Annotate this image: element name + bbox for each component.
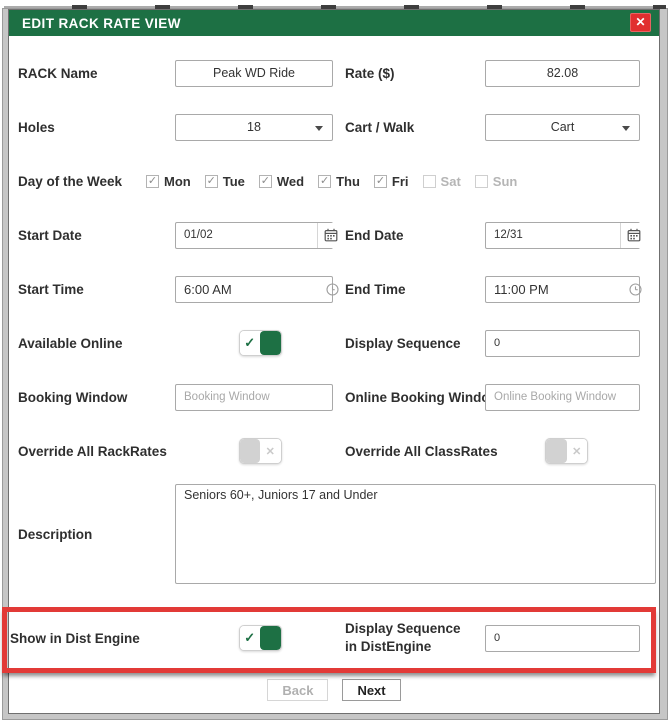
- checkmark-icon: ✓: [260, 174, 270, 187]
- clock-icon[interactable]: [629, 282, 642, 296]
- tue-label: Tue: [222, 173, 245, 189]
- row-dates: Start Date End Date: [9, 208, 659, 262]
- wed-label: Wed: [276, 173, 305, 189]
- clock-icon[interactable]: [326, 282, 339, 296]
- window-frame: EDIT RACK RATE VIEW ✕ RACK Name Rate ($)…: [2, 8, 668, 720]
- display-sequence-input[interactable]: [485, 329, 640, 357]
- override-rackrates-toggle[interactable]: ✕: [238, 438, 282, 464]
- wed-checkbox[interactable]: ✓: [258, 174, 272, 188]
- next-button[interactable]: Next: [342, 679, 401, 701]
- online-booking-window-label: Online Booking Window: [345, 389, 501, 405]
- rate-label: Rate ($): [345, 65, 395, 81]
- dialog-titlebar: EDIT RACK RATE VIEW ✕: [9, 10, 659, 36]
- chevron-down-icon: [622, 125, 630, 131]
- rate-input[interactable]: [485, 59, 640, 87]
- rack-name-input[interactable]: [175, 59, 333, 87]
- mon-checkbox[interactable]: ✓: [146, 174, 159, 188]
- toggle-check-icon: ✓: [244, 630, 256, 645]
- thu-label: Thu: [336, 173, 360, 189]
- display-sequence-distengine-input[interactable]: [485, 624, 640, 652]
- close-button[interactable]: ✕: [630, 13, 651, 32]
- start-time-label: Start Time: [18, 281, 84, 297]
- show-in-dist-engine-label: Show in Dist Engine: [10, 630, 140, 646]
- day-sat: Sat: [422, 173, 461, 189]
- row-times: Start Time End Time: [9, 262, 659, 316]
- calendar-icon[interactable]: [620, 222, 647, 248]
- fri-checkbox[interactable]: ✓: [373, 174, 387, 188]
- capture-selection-dashes: [4, 5, 666, 9]
- online-booking-window-input[interactable]: [485, 383, 640, 411]
- row-booking-windows: Booking Window Online Booking Window: [9, 370, 659, 424]
- checkmark-icon: ✓: [147, 174, 158, 187]
- override-rackrates-label: Override All RackRates: [18, 443, 167, 459]
- holes-select[interactable]: 18: [175, 113, 333, 141]
- description-textarea[interactable]: Seniors 60+, Juniors 17 and Under: [175, 484, 656, 584]
- cart-walk-value: Cart: [550, 120, 575, 134]
- sat-label: Sat: [440, 173, 461, 189]
- mon-label: Mon: [164, 173, 191, 189]
- dialog-title: EDIT RACK RATE VIEW: [22, 15, 181, 31]
- rack-name-label: RACK Name: [18, 65, 98, 81]
- start-date-input[interactable]: [175, 221, 333, 249]
- end-time-label: End Time: [345, 281, 406, 297]
- thu-checkbox[interactable]: ✓: [318, 174, 332, 188]
- row-overrides: Override All RackRates ✕ Override All Cl…: [9, 424, 659, 478]
- row-dist-engine: Show in Dist Engine ✓ Display Sequence i…: [9, 606, 659, 670]
- sat-checkbox[interactable]: [422, 174, 436, 188]
- cart-walk-label: Cart / Walk: [345, 119, 415, 135]
- back-button[interactable]: Back: [267, 679, 329, 701]
- start-time-input[interactable]: [175, 275, 333, 303]
- display-sequence-label: Display Sequence: [345, 335, 461, 351]
- toggle-x-icon: ✕: [572, 445, 582, 458]
- sun-label: Sun: [492, 173, 518, 189]
- calendar-icon[interactable]: [317, 222, 344, 248]
- day-sun: Sun: [474, 173, 518, 189]
- row-description: Description Seniors 60+, Juniors 17 and …: [9, 478, 659, 590]
- end-time-input[interactable]: [485, 275, 640, 303]
- row-online-sequence: Available Online ✓ Display Sequence: [9, 316, 659, 370]
- close-icon: ✕: [635, 15, 646, 29]
- edit-rack-rate-dialog: EDIT RACK RATE VIEW ✕ RACK Name Rate ($)…: [8, 9, 660, 714]
- checkmark-icon: ✓: [206, 174, 216, 187]
- day-mon: ✓ Mon: [146, 174, 191, 189]
- available-online-label: Available Online: [18, 335, 123, 351]
- end-date-input[interactable]: [485, 221, 640, 249]
- end-date-label: End Date: [345, 227, 404, 243]
- row-holes-cart: Holes 18 Cart / Walk Cart: [9, 100, 659, 154]
- override-classrates-toggle[interactable]: ✕: [545, 438, 588, 464]
- booking-window-label: Booking Window: [18, 389, 128, 405]
- toggle-check-icon: ✓: [244, 335, 256, 350]
- day-of-week-label: Day of the Week: [18, 173, 123, 189]
- tue-checkbox[interactable]: ✓: [204, 174, 218, 188]
- sun-checkbox[interactable]: [474, 174, 488, 188]
- holes-value: 18: [247, 120, 261, 134]
- fri-label: Fri: [391, 173, 409, 189]
- form-content: RACK Name Rate ($) Holes 18 Car: [9, 36, 659, 713]
- start-date-label: Start Date: [18, 227, 82, 243]
- checkmark-icon: ✓: [319, 174, 330, 187]
- chevron-down-icon: [315, 125, 323, 131]
- row-day-of-week: Day of the Week ✓ Mon ✓ Tue ✓ Wed ✓ Thu …: [9, 154, 659, 208]
- available-online-toggle[interactable]: ✓: [238, 330, 282, 356]
- display-sequence-distengine-label: Display Sequence in DistEngine: [345, 621, 461, 654]
- override-classrates-label: Override All ClassRates: [345, 443, 498, 459]
- holes-label: Holes: [18, 119, 55, 135]
- description-label: Description: [18, 526, 93, 542]
- booking-window-input[interactable]: [175, 383, 333, 411]
- checkmark-icon: ✓: [375, 174, 386, 187]
- day-fri: ✓ Fri: [373, 173, 409, 189]
- day-tue: ✓ Tue: [204, 173, 245, 189]
- show-in-dist-engine-toggle[interactable]: ✓: [238, 625, 282, 651]
- cart-walk-select[interactable]: Cart: [485, 113, 640, 141]
- day-thu: ✓ Thu: [318, 174, 360, 189]
- day-wed: ✓ Wed: [258, 173, 305, 189]
- row-rackname-rate: RACK Name Rate ($): [9, 46, 659, 100]
- dialog-footer: Back Next: [9, 670, 659, 712]
- toggle-x-icon: ✕: [265, 445, 275, 458]
